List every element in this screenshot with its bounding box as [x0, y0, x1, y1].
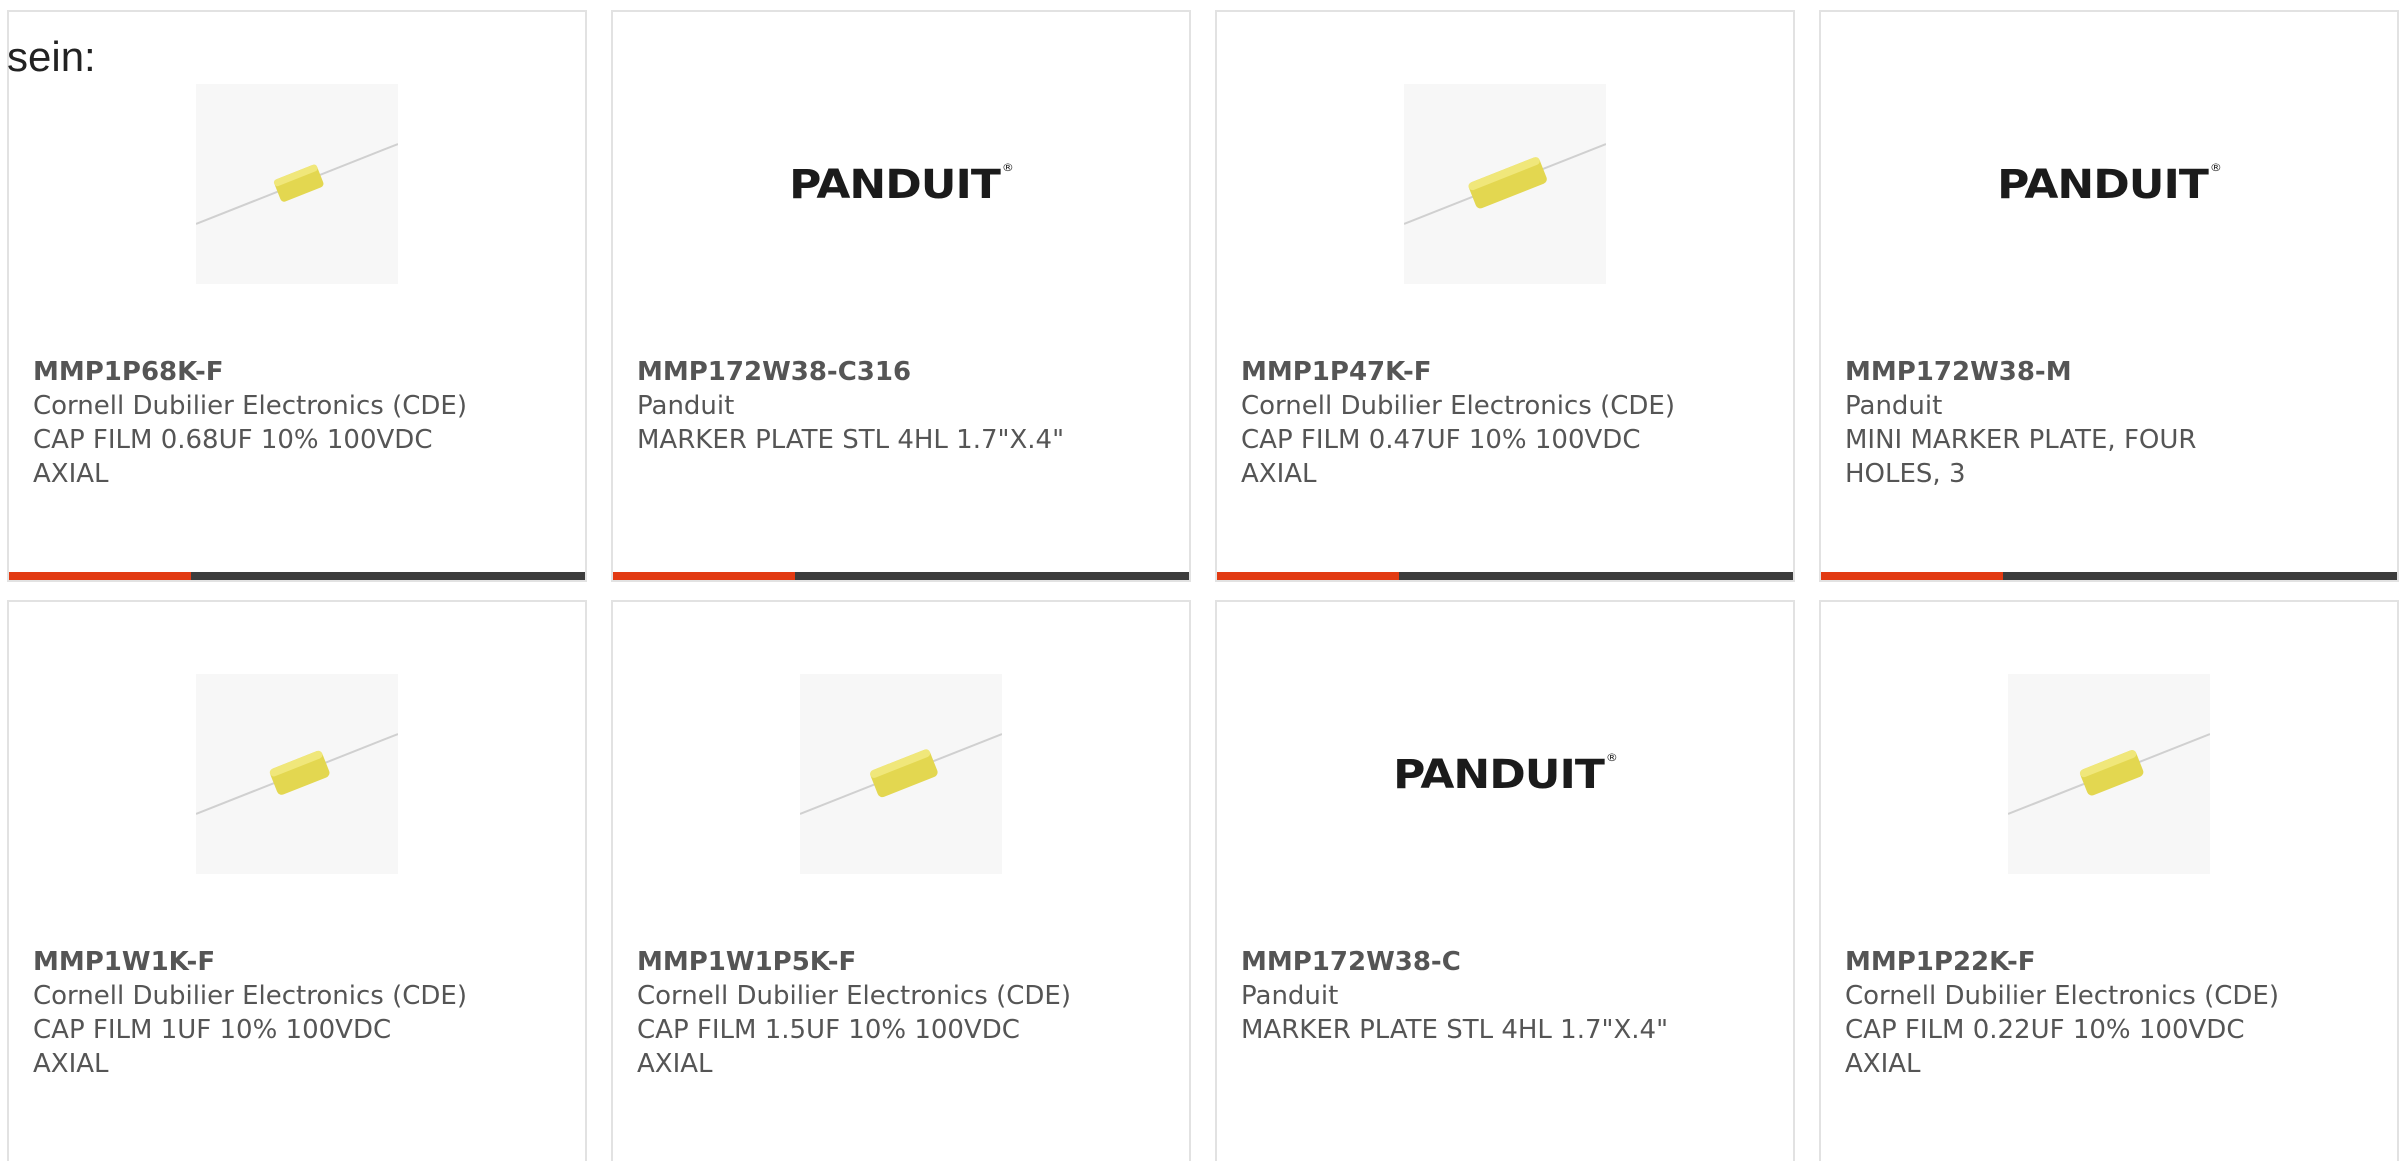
product-info: MMP1P47K-F Cornell Dubilier Electronics … [1241, 355, 1769, 491]
description: MARKER PLATE STL 4HL 1.7"X.4" [1241, 1015, 1669, 1045]
product-info: MMP1W1P5K-F Cornell Dubilier Electronics… [637, 945, 1165, 1081]
part-number[interactable]: MMP172W38-M [1845, 355, 2373, 389]
part-number[interactable]: MMP172W38-C316 [637, 355, 1165, 389]
card-bottom-bar [9, 572, 585, 580]
capacitor-image [1404, 84, 1606, 284]
product-card[interactable]: PANDUIT ® MMP172W38-C Panduit MARKER PLAT… [1215, 600, 1795, 1161]
description: CAP FILM 1.5UF 10% 100VDC AXIAL [637, 1015, 1020, 1079]
product-info: MMP172W38-M Panduit MINI MARKER PLATE, F… [1845, 355, 2373, 491]
part-number[interactable]: MMP172W38-C [1241, 945, 1769, 979]
card-bottom-bar [613, 572, 1189, 580]
card-accent-bar [1821, 572, 2003, 580]
product-listing-page: sein: MMP1P68K-F Cornell Dubilier Electr… [0, 0, 2400, 1161]
manufacturer: Panduit [1241, 981, 1339, 1011]
panduit-logo: PANDUIT ® [1997, 160, 2222, 208]
product-info: MMP1W1K-F Cornell Dubilier Electronics (… [33, 945, 561, 1081]
card-accent-bar [613, 572, 795, 580]
product-card[interactable]: MMP1W1K-F Cornell Dubilier Electronics (… [7, 600, 587, 1161]
description: CAP FILM 0.68UF 10% 100VDC AXIAL [33, 425, 433, 489]
manufacturer: Panduit [637, 391, 735, 421]
prefix-text: sein: [7, 33, 96, 80]
product-info: MMP1P68K-F Cornell Dubilier Electronics … [33, 355, 561, 491]
part-number[interactable]: MMP1P47K-F [1241, 355, 1769, 389]
description: MARKER PLATE STL 4HL 1.7"X.4" [637, 425, 1065, 455]
manufacturer: Cornell Dubilier Electronics (CDE) [33, 391, 467, 421]
logo-text: PANDUIT [789, 160, 1001, 208]
product-card[interactable]: MMP1P22K-F Cornell Dubilier Electronics … [1819, 600, 2399, 1161]
product-info: MMP1P22K-F Cornell Dubilier Electronics … [1845, 945, 2373, 1081]
manufacturer: Cornell Dubilier Electronics (CDE) [1241, 391, 1675, 421]
panduit-logo: PANDUIT ® [1393, 750, 1618, 798]
manufacturer: Cornell Dubilier Electronics (CDE) [637, 981, 1071, 1011]
product-grid: MMP1P68K-F Cornell Dubilier Electronics … [7, 10, 2400, 1161]
description: CAP FILM 0.47UF 10% 100VDC AXIAL [1241, 425, 1641, 489]
part-number[interactable]: MMP1P22K-F [1845, 945, 2373, 979]
product-card[interactable]: MMP1P68K-F Cornell Dubilier Electronics … [7, 10, 587, 582]
description: CAP FILM 1UF 10% 100VDC AXIAL [33, 1015, 392, 1079]
card-bottom-bar [1217, 572, 1793, 580]
panduit-logo: PANDUIT ® [789, 160, 1014, 208]
capacitor-image [2008, 674, 2210, 874]
product-card[interactable]: PANDUIT ® MMP172W38-C316 Panduit MARKER P… [611, 10, 1191, 582]
card-accent-bar [9, 572, 191, 580]
logo-text: PANDUIT [1997, 160, 2209, 208]
card-bottom-bar [1821, 572, 2397, 580]
product-card[interactable]: MMP1W1P5K-F Cornell Dubilier Electronics… [611, 600, 1191, 1161]
logo-text: PANDUIT [1393, 750, 1605, 798]
part-number[interactable]: MMP1P68K-F [33, 355, 561, 389]
manufacturer: Cornell Dubilier Electronics (CDE) [33, 981, 467, 1011]
manufacturer: Cornell Dubilier Electronics (CDE) [1845, 981, 2279, 1011]
manufacturer: Panduit [1845, 391, 1943, 421]
product-card[interactable]: PANDUIT ® MMP172W38-M Panduit MINI MARKER… [1819, 10, 2399, 582]
card-accent-bar [1217, 572, 1399, 580]
part-number[interactable]: MMP1W1P5K-F [637, 945, 1165, 979]
capacitor-image [196, 84, 398, 284]
product-info: MMP172W38-C Panduit MARKER PLATE STL 4HL… [1241, 945, 1769, 1047]
description: CAP FILM 0.22UF 10% 100VDC AXIAL [1845, 1015, 2245, 1079]
product-card[interactable]: MMP1P47K-F Cornell Dubilier Electronics … [1215, 10, 1795, 582]
description: MINI MARKER PLATE, FOUR HOLES, 3 [1845, 425, 2197, 489]
part-number[interactable]: MMP1W1K-F [33, 945, 561, 979]
capacitor-image [196, 674, 398, 874]
capacitor-image [800, 674, 1002, 874]
product-info: MMP172W38-C316 Panduit MARKER PLATE STL … [637, 355, 1165, 457]
